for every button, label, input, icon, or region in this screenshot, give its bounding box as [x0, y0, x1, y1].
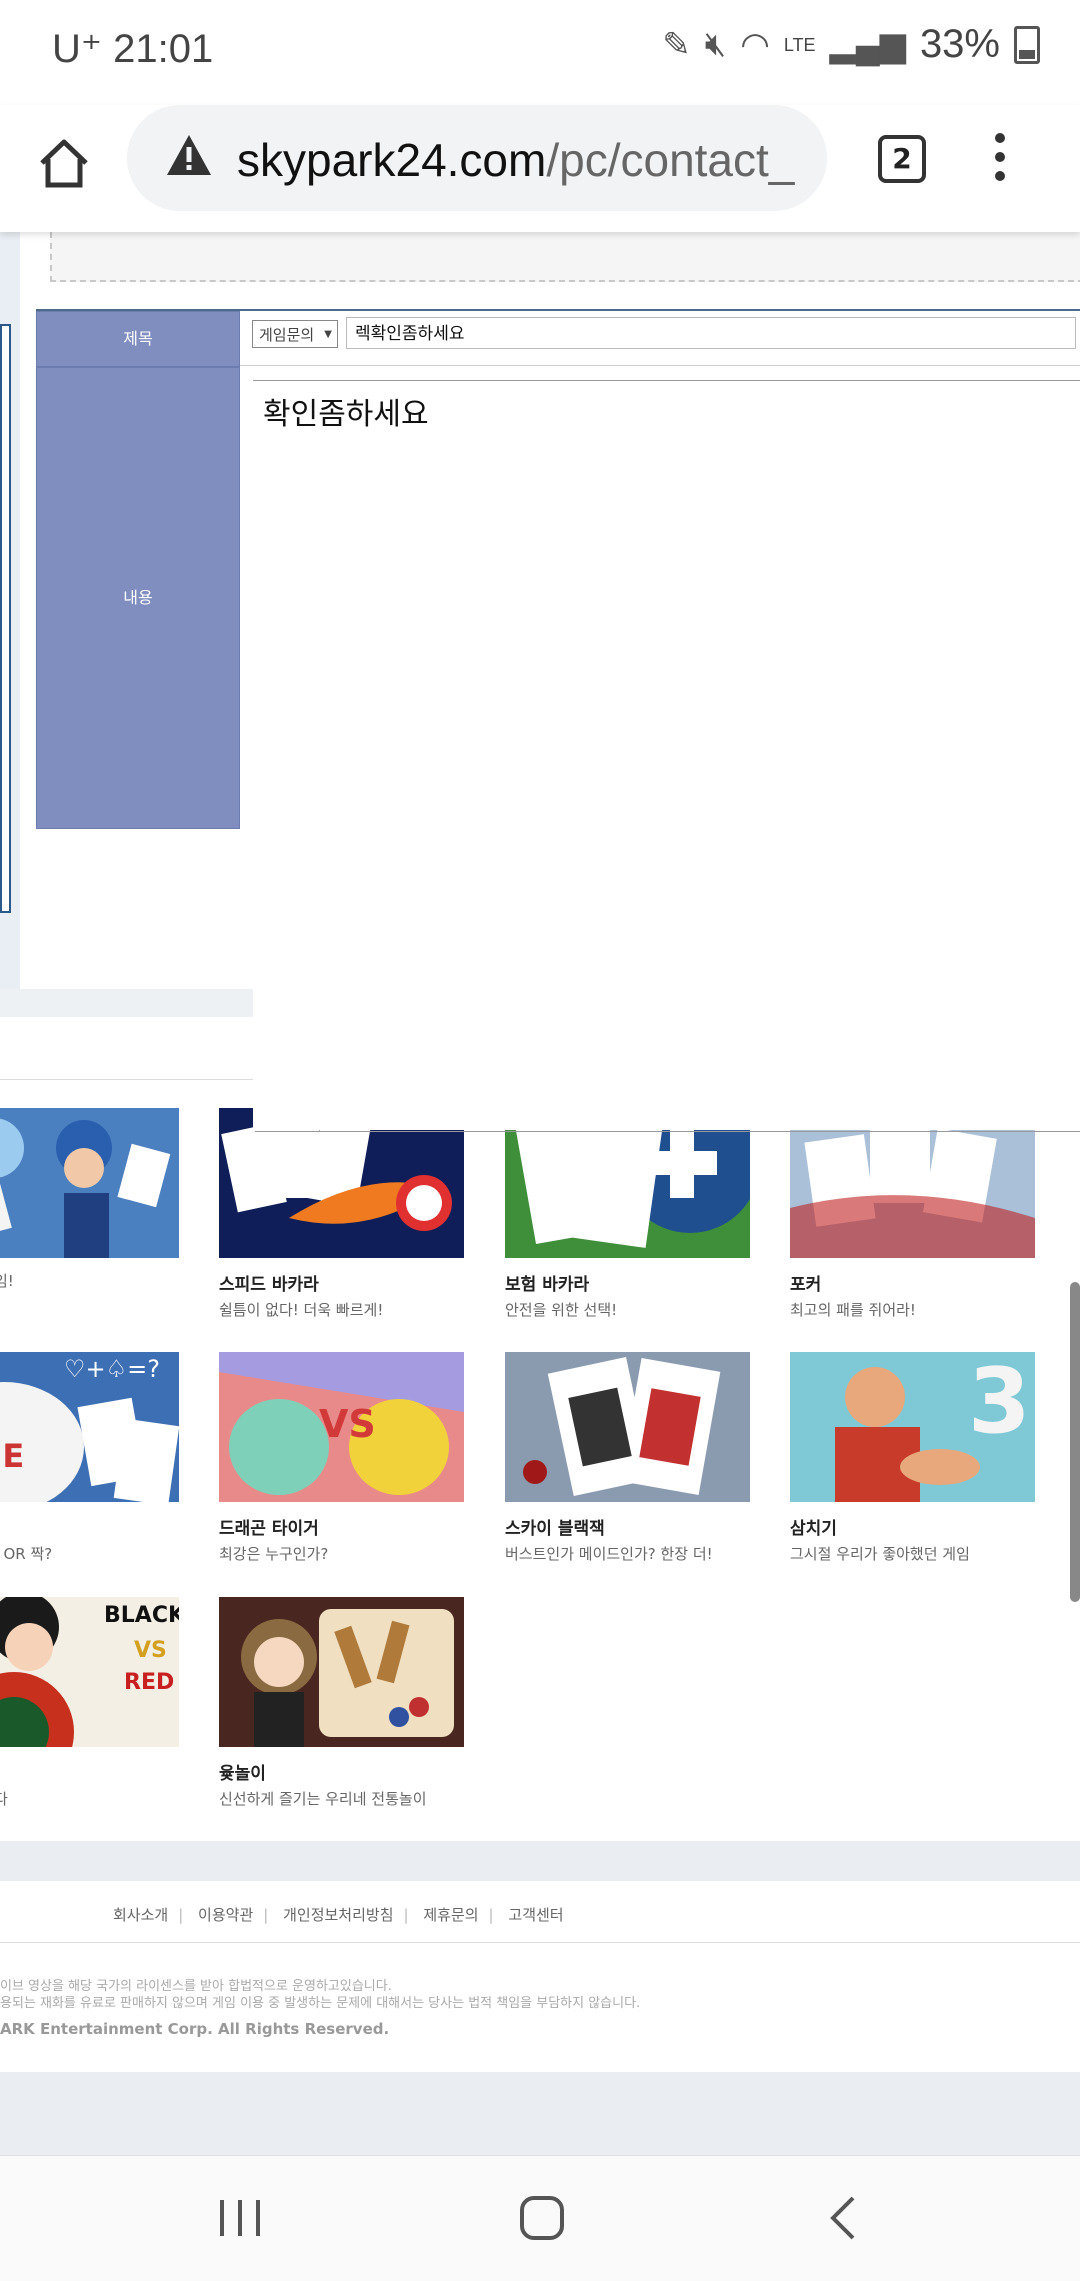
game-card[interactable]: ♡+♤=? O E 홀짝 간 골라 홀 OR 짝?: [0, 1352, 179, 1564]
game-name: 홀짝: [0, 1514, 179, 1539]
game-desc: 쉴틈이 없다! 더욱 빠르게!: [219, 1301, 384, 1319]
url-bar[interactable]: skypark24.com/pc/contact_: [127, 105, 827, 211]
game-name: 드래곤 타이거: [219, 1519, 319, 1539]
game-name: 룰렛: [0, 1759, 179, 1784]
vs2-text: VS: [134, 1638, 167, 1663]
warning-icon[interactable]: [165, 133, 213, 177]
web-content: 제목 게임문의 ▼ 렉확인좀하세요 내용 임! 스피드 바카라 쉴틈이 없다! …: [0, 232, 1080, 2155]
footer-notice-line: 용되는 재화를 유료로 판매하지 않으며 게임 이용 중 발생하는 문제에 대해…: [0, 1996, 641, 2011]
game-desc: 최고의 패를 쥐어라!: [790, 1301, 916, 1319]
status-bar: U⁺ 21:01 ✎ 🔇︎ ◠ LTE ▂▄▆ 33%: [0, 0, 1080, 105]
game-name: 삼치기: [790, 1519, 837, 1539]
game-desc: 악마의 게임!: [0, 1272, 14, 1290]
tab-switcher-button[interactable]: 2: [878, 135, 926, 183]
game-desc: 안전을 위한 선택!: [505, 1301, 618, 1319]
footer-divider: [0, 1942, 1080, 1943]
game-card[interactable]: 스피드 바카라 쉴틈이 없다! 더욱 빠르게!: [219, 1108, 464, 1320]
page-scrollbar[interactable]: [1070, 1282, 1080, 1602]
carrier-time: U⁺ 21:01: [52, 27, 214, 71]
footer-notice: 이브 영상을 해당 국가의 라이센스를 받아 합법적으로 운영하고있습니다. 용…: [0, 1978, 640, 2012]
game-thumbnail[interactable]: [0, 1108, 179, 1258]
network-label: LTE: [783, 34, 816, 55]
wifi-icon: ◠: [740, 25, 770, 64]
url-path: /pc/contact_: [546, 134, 795, 186]
home-nav-icon[interactable]: [512, 2192, 572, 2244]
game-name: 포커: [790, 1275, 822, 1295]
textarea-bottom-border: [255, 1131, 1080, 1132]
game-thumbnail[interactable]: BLACK VS RED: [0, 1597, 179, 1747]
system-nav-bar: [0, 2155, 1080, 2281]
home-icon[interactable]: [36, 135, 92, 191]
game-card[interactable]: 포커 최고의 패를 쥐어라!: [790, 1108, 1035, 1320]
pen-icon: ✎: [662, 25, 691, 64]
footer-link-company[interactable]: 회사소개: [113, 1906, 168, 1924]
more-menu-icon[interactable]: [992, 133, 1008, 185]
game-desc: 신선하게 즐기는 우리네 전통놀이: [219, 1790, 427, 1808]
game-desc: 간 골라 홀 OR 짝?: [0, 1545, 53, 1563]
vs-text: VS: [319, 1402, 376, 1446]
url-text[interactable]: skypark24.com/pc/contact_: [237, 133, 812, 187]
footer-links: 회사소개 | 이용약관 | 개인정보처리방침 | 제휴문의 | 고객센터: [113, 1906, 564, 1924]
footer-band-top: [0, 1841, 1080, 1881]
battery-percent: 33%: [919, 22, 1000, 66]
game-card[interactable]: BLACK VS RED 룰렛 도 돌고있다: [0, 1597, 179, 1809]
back-icon[interactable]: [815, 2192, 875, 2244]
footer-link-terms[interactable]: 이용약관: [198, 1906, 253, 1924]
game-card[interactable]: VS 드래곤 타이거 최강은 누구인가?: [219, 1352, 464, 1564]
red-text: RED: [124, 1670, 174, 1695]
game-desc: 버스트인가 메이드인가? 한장 더!: [505, 1545, 713, 1563]
browser-toolbar: skypark24.com/pc/contact_ 2: [0, 105, 1080, 232]
game-desc: 도 돌고있다: [0, 1790, 8, 1808]
three-text: 3: [968, 1352, 1031, 1454]
game-thumbnail[interactable]: 3: [790, 1352, 1035, 1502]
footer-link-support[interactable]: 고객센터: [508, 1906, 563, 1924]
content-text: 확인좀하세요: [263, 397, 429, 432]
mute-icon: 🔇︎: [704, 25, 727, 63]
footer-link-privacy[interactable]: 개인정보처리방침: [283, 1906, 393, 1924]
game-card[interactable]: 악마의 게임!: [0, 1108, 179, 1291]
footer-link-partnership[interactable]: 제휴문의: [423, 1906, 478, 1924]
content-textarea[interactable]: 확인좀하세요: [253, 380, 1080, 1130]
formula-text: ♡+♤=?: [64, 1355, 160, 1383]
game-thumbnail[interactable]: ♡+♤=? O E: [0, 1352, 179, 1502]
game-name: 보험 바카라: [505, 1275, 590, 1295]
game-thumbnail[interactable]: [219, 1597, 464, 1747]
black-text: BLACK: [104, 1603, 179, 1628]
game-card[interactable]: 윷놀이 신선하게 즐기는 우리네 전통놀이: [219, 1597, 464, 1809]
game-card[interactable]: 스카이 블랙잭 버스트인가 메이드인가? 한장 더!: [505, 1352, 750, 1564]
game-thumbnail[interactable]: VS: [219, 1352, 464, 1502]
game-name: 스피드 바카라: [219, 1275, 319, 1295]
game-name: 윷놀이: [219, 1764, 266, 1784]
footer-band-bottom: [0, 2072, 1080, 2155]
recent-apps-icon[interactable]: [210, 2192, 270, 2244]
game-thumbnail[interactable]: [505, 1352, 750, 1502]
oe-text: O E: [0, 1437, 24, 1475]
status-icons: ✎ 🔇︎ ◠ LTE ▂▄▆ 33%: [662, 22, 1040, 67]
footer-notice-line: 이브 영상을 해당 국가의 라이센스를 받아 합법적으로 운영하고있습니다.: [0, 1979, 392, 1994]
url-host: skypark24.com: [237, 134, 547, 186]
battery-icon: [1014, 25, 1040, 64]
game-card[interactable]: 3 삼치기 그시절 우리가 좋아했던 게임: [790, 1352, 1035, 1564]
game-desc: 그시절 우리가 좋아했던 게임: [790, 1545, 970, 1563]
game-card[interactable]: 보험 바카라 안전을 위한 선택!: [505, 1108, 750, 1320]
signal-icon: ▂▄▆: [829, 25, 906, 64]
game-desc: 최강은 누구인가?: [219, 1545, 329, 1563]
footer-copyright: ARK Entertainment Corp. All Rights Reser…: [0, 2020, 390, 2038]
game-name: 스카이 블랙잭: [505, 1519, 605, 1539]
